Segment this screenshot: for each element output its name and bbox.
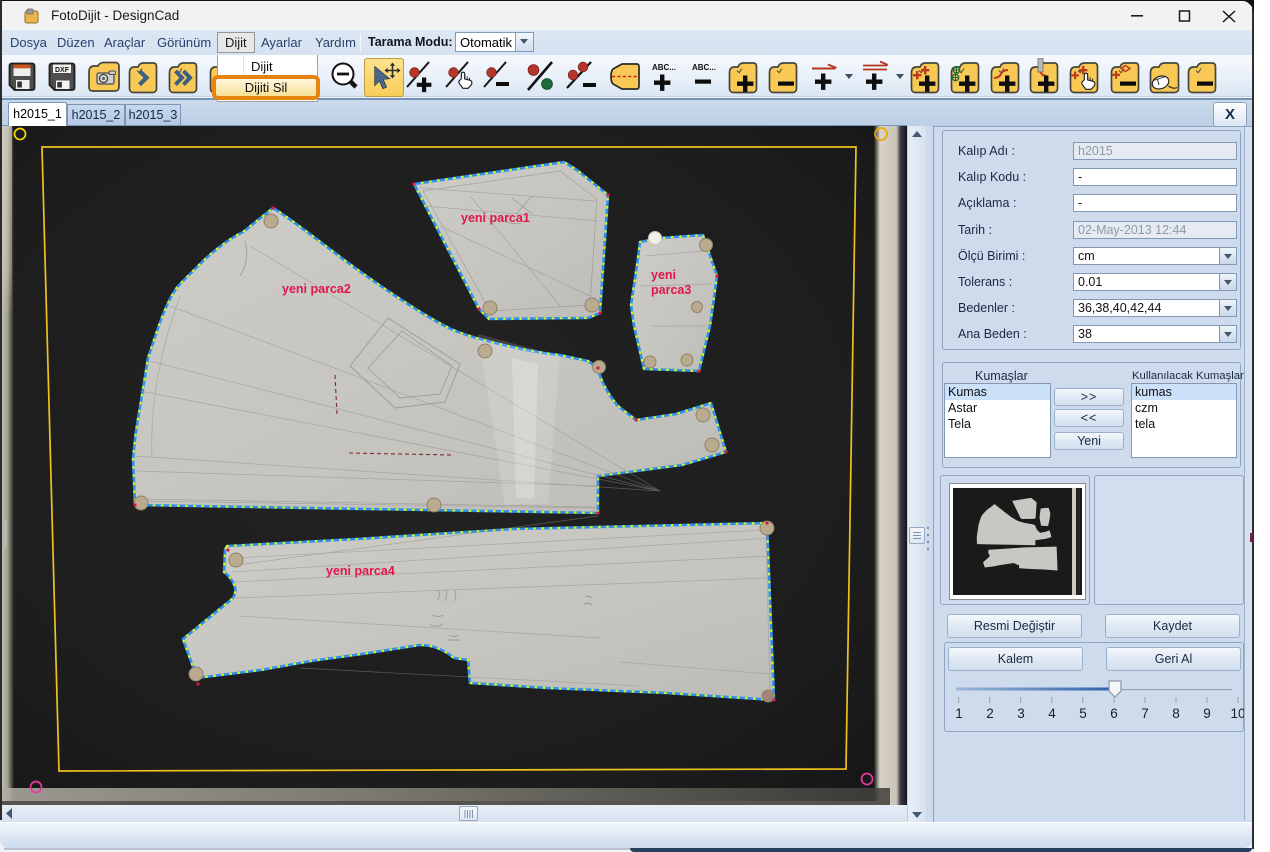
svg-text:2: 2: [986, 706, 994, 721]
svg-text:5: 5: [1079, 706, 1087, 721]
svg-text:8: 8: [1172, 706, 1180, 721]
svg-text:3: 3: [1017, 706, 1025, 721]
svg-text:7: 7: [1141, 706, 1149, 721]
svg-text:4: 4: [1048, 706, 1056, 721]
svg-text:parca3: parca3: [651, 283, 691, 297]
svg-text:yeni parca1: yeni parca1: [461, 211, 530, 225]
svg-text:yeni parca4: yeni parca4: [326, 564, 395, 578]
svg-text:1: 1: [955, 706, 963, 721]
svg-text:yeni: yeni: [651, 268, 676, 282]
svg-text:9: 9: [1203, 706, 1211, 721]
svg-text:6: 6: [1110, 706, 1118, 721]
svg-text:yeni parca2: yeni parca2: [282, 282, 351, 296]
svg-text:DXF: DXF: [55, 67, 70, 74]
svg-text:ABC...: ABC...: [692, 63, 716, 72]
svg-text:ABC...: ABC...: [652, 63, 676, 72]
